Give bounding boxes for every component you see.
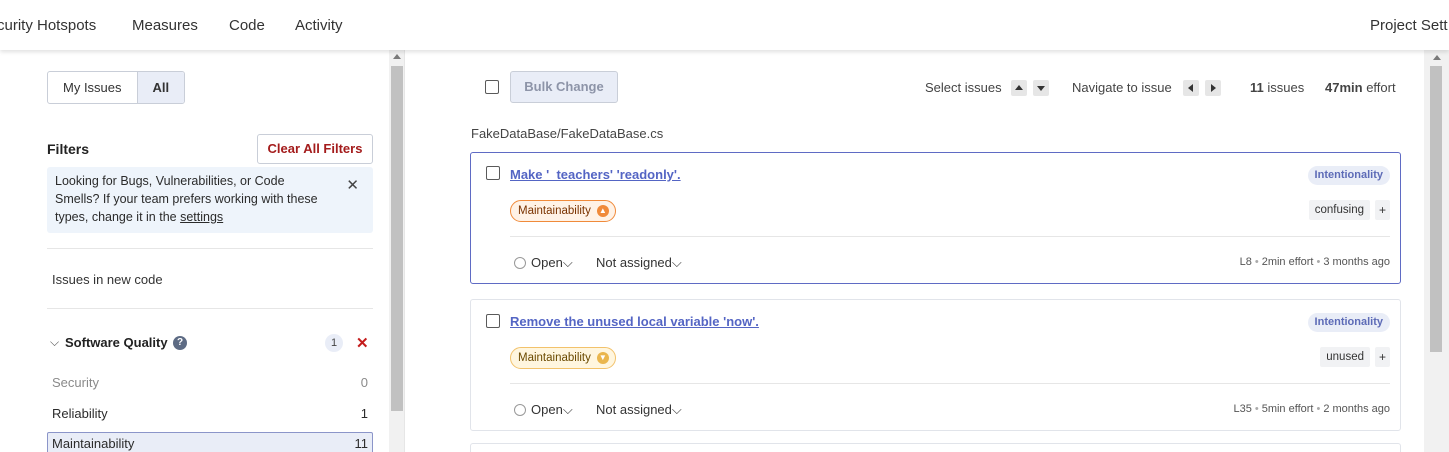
clean-code-attribute-badge[interactable]: Intentionality (1307, 313, 1390, 332)
status-circle-icon (514, 257, 526, 269)
issue-assignee-dropdown[interactable]: Not assigned⌵ (596, 402, 682, 418)
divider (510, 236, 1390, 237)
facet-option-security[interactable]: Security 0 (47, 371, 373, 395)
effort-total: 47min effort (1325, 80, 1396, 95)
arrow-up-icon (1011, 80, 1027, 96)
issues-in-new-code-filter[interactable]: Issues in new code (52, 272, 163, 287)
issues-total: 11 issues (1250, 80, 1304, 95)
clear-facet-icon[interactable]: ✕ (356, 334, 369, 352)
issue-card[interactable]: Remove the unused local variable 'now'. … (470, 299, 1401, 431)
facet-selected-count: 1 (325, 334, 343, 352)
top-navigation: curity Hotspots Measures Code Activity P… (0, 0, 1449, 50)
issue-card[interactable] (470, 443, 1401, 452)
navigate-to-issue-label: Navigate to issue (1072, 80, 1172, 95)
issue-assignee-dropdown[interactable]: Not assigned⌵ (596, 255, 682, 271)
effort-word: effort (1366, 80, 1396, 95)
settings-link[interactable]: settings (180, 210, 223, 224)
nav-activity[interactable]: Activity (295, 17, 343, 34)
issue-status: Open (531, 402, 563, 417)
add-tag-button[interactable]: + (1375, 200, 1390, 220)
status-circle-icon (514, 404, 526, 416)
facet-option-count: 11 (354, 436, 369, 451)
issues-scope-toggle: My Issues All (47, 71, 186, 104)
my-issues-option[interactable]: My Issues (48, 72, 137, 103)
issue-card[interactable]: Make '_teachers' 'readonly'. Intentional… (470, 152, 1401, 284)
facet-option-maintainability[interactable]: Maintainability 11 (47, 432, 373, 452)
issues-list-panel: Bulk Change Select issues Navigate to is… (406, 50, 1424, 452)
add-tag-button[interactable]: + (1375, 347, 1390, 367)
chevron-down-icon: ⌵ (562, 402, 573, 417)
issue-checkbox[interactable] (486, 166, 500, 180)
issue-tag[interactable]: confusing (1308, 200, 1370, 220)
issue-status: Open (531, 255, 563, 270)
scroll-up-arrow-icon[interactable] (393, 54, 401, 59)
nav-code[interactable]: Code (229, 17, 265, 34)
facet-option-reliability[interactable]: Reliability 1 (47, 402, 373, 426)
sidebar-scrollbar[interactable] (389, 50, 405, 452)
issue-meta: L8 • 2min effort • 3 months ago (1239, 256, 1390, 268)
issue-effort: 5min effort (1261, 403, 1314, 415)
issue-effort: 2min effort (1261, 256, 1314, 268)
select-issues-label: Select issues (925, 80, 1002, 95)
info-banner-text: Looking for Bugs, Vulnerabilities, or Co… (55, 172, 325, 226)
issue-title-link[interactable]: Remove the unused local variable 'now'. (510, 314, 759, 329)
divider (510, 383, 1390, 384)
chevron-up-icon: ▲ (596, 205, 609, 217)
divider (47, 248, 373, 249)
facet-option-label: Maintainability (52, 436, 135, 451)
divider (47, 308, 373, 309)
scrollbar-thumb[interactable] (391, 66, 403, 411)
arrow-left-icon (1183, 80, 1199, 96)
quality-label: Maintainability (518, 352, 591, 364)
issue-checkbox[interactable] (486, 314, 500, 328)
facet-option-count: 1 (360, 406, 368, 421)
main-scrollbar[interactable] (1424, 50, 1449, 452)
quality-label: Maintainability (518, 205, 591, 217)
chevron-down-icon: ⌵ (671, 255, 682, 270)
issue-status-dropdown[interactable]: Open⌵ (514, 402, 573, 418)
chevron-down-icon: ⌵ (562, 255, 573, 270)
select-all-checkbox[interactable] (485, 80, 499, 94)
software-quality-badge[interactable]: Maintainability ▼ (510, 347, 616, 369)
arrow-down-icon (1033, 80, 1049, 96)
issues-count: 11 (1250, 80, 1264, 95)
issue-age: 2 months ago (1323, 403, 1390, 415)
scroll-up-arrow-icon[interactable] (1433, 55, 1441, 60)
issues-word: issues (1267, 80, 1305, 95)
chevron-down-icon: ⌵ (50, 335, 60, 349)
clean-code-attribute-badge[interactable]: Intentionality (1307, 166, 1390, 185)
issue-assignee: Not assigned (596, 402, 672, 417)
issue-tag[interactable]: unused (1320, 347, 1370, 367)
issue-age: 3 months ago (1323, 256, 1390, 268)
facet-name: Software Quality (65, 335, 168, 350)
effort-value: 47min (1325, 80, 1363, 95)
software-quality-badge[interactable]: Maintainability ▲ (510, 200, 616, 222)
file-path-header: FakeDataBase/FakeDataBase.cs (471, 126, 664, 141)
chevron-down-icon: ⌵ (671, 402, 682, 417)
filters-title: Filters (47, 141, 90, 157)
nav-measures[interactable]: Measures (132, 17, 198, 34)
issue-title-link[interactable]: Make '_teachers' 'readonly'. (510, 167, 681, 182)
close-icon[interactable]: ✕ (346, 177, 359, 195)
bulk-change-button[interactable]: Bulk Change (510, 71, 618, 103)
all-issues-option[interactable]: All (136, 72, 185, 103)
issue-status-dropdown[interactable]: Open⌵ (514, 255, 573, 271)
facet-option-label: Reliability (52, 406, 108, 421)
help-icon[interactable]: ? (173, 336, 187, 350)
info-banner: Looking for Bugs, Vulnerabilities, or Co… (47, 167, 373, 233)
issue-line[interactable]: L35 (1233, 403, 1251, 415)
issue-line[interactable]: L8 (1240, 256, 1252, 268)
chevron-down-icon: ▼ (596, 352, 609, 364)
clear-all-filters-button[interactable]: Clear All Filters (257, 134, 373, 164)
facet-option-label: Security (52, 375, 99, 390)
software-quality-facet-header[interactable]: ⌵ Software Quality ? 1 ✕ (47, 334, 373, 354)
nav-security-hotspots[interactable]: curity Hotspots (0, 17, 96, 34)
nav-project-settings[interactable]: Project Sett (1370, 17, 1448, 34)
facet-option-count: 0 (360, 375, 368, 390)
issue-assignee: Not assigned (596, 255, 672, 270)
arrow-right-icon (1205, 80, 1221, 96)
issue-meta: L35 • 5min effort • 2 months ago (1233, 403, 1390, 415)
filters-sidebar: My Issues All Filters Clear All Filters … (0, 50, 389, 452)
scrollbar-thumb[interactable] (1430, 66, 1442, 352)
